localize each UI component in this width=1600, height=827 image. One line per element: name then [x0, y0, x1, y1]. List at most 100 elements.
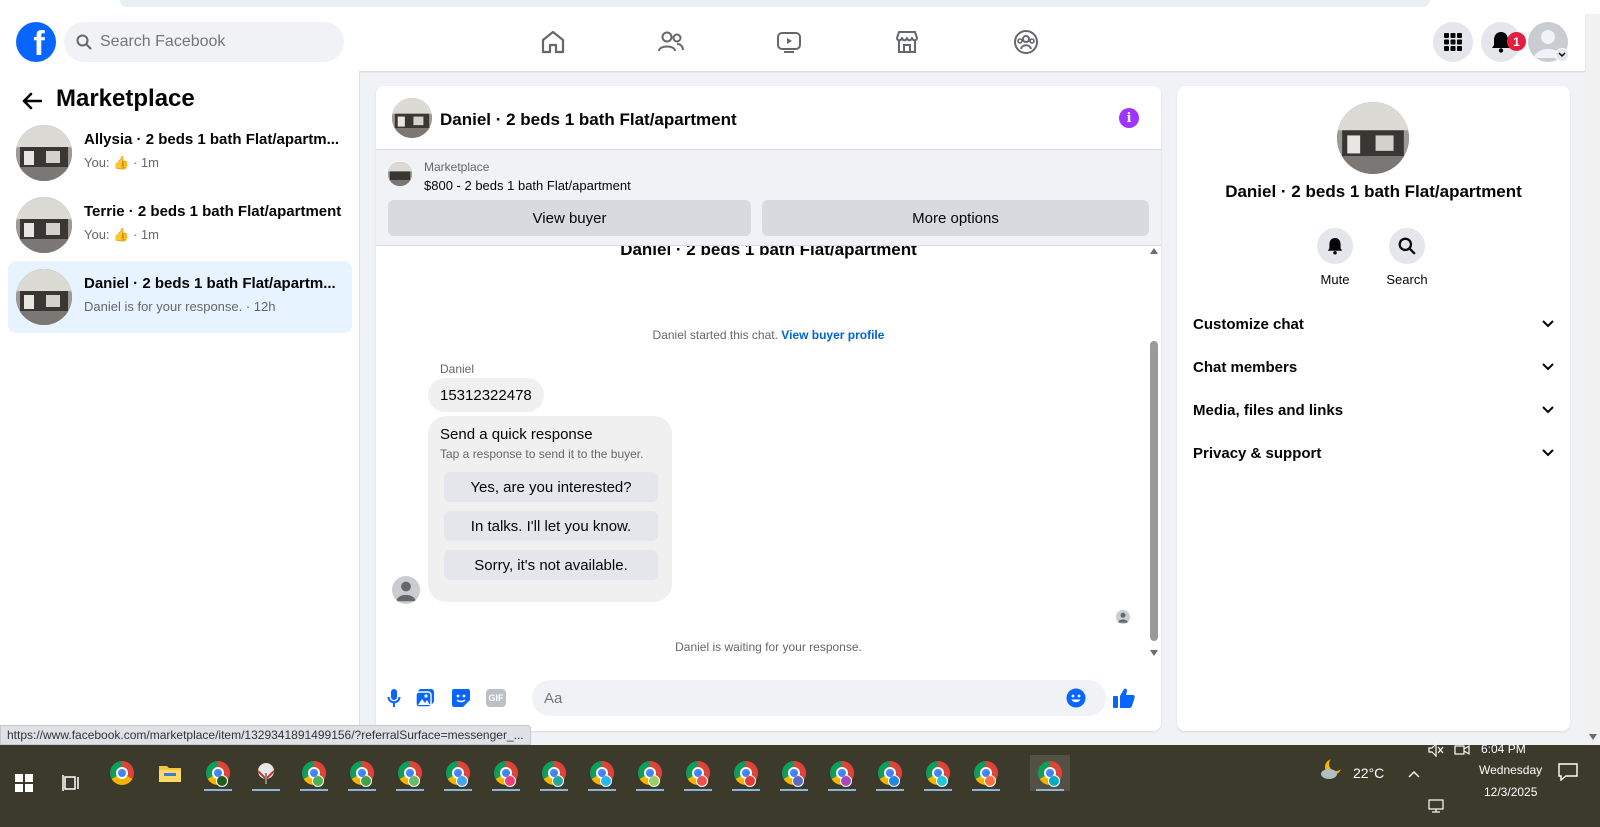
thumbs-up-icon: 👍: [113, 227, 130, 242]
accordion-privacy-support[interactable]: Privacy & support: [1185, 435, 1562, 471]
listing-price[interactable]: $800 - 2 beds 1 bath Flat/apartment: [424, 178, 631, 193]
seen-avatar: [1116, 610, 1130, 624]
chat-started-notice: Daniel started this chat. View buyer pro…: [376, 328, 1161, 342]
nav-groups[interactable]: [996, 22, 1056, 62]
facebook-logo[interactable]: f: [16, 22, 56, 62]
task-view-button[interactable]: [52, 765, 92, 801]
taskbar-chrome-profile[interactable]: [438, 755, 478, 791]
scrollbar-thumb[interactable]: [1150, 341, 1158, 641]
taskbar-chrome-profile[interactable]: [630, 755, 670, 791]
voice-clip-button[interactable]: [382, 686, 406, 710]
volume-muted-icon[interactable]: [1428, 742, 1444, 762]
app-icon: [257, 763, 275, 784]
search-in-chat-button[interactable]: [1389, 228, 1425, 264]
taskbar-chrome-active[interactable]: [1030, 755, 1070, 791]
accordion-label: Media, files and links: [1193, 401, 1344, 419]
thread-item-terrie[interactable]: Terrie · 2 beds 1 bath Flat/apartment Yo…: [8, 189, 352, 261]
chrome-icon: [590, 761, 614, 787]
quick-reply-button[interactable]: In talks. I'll let you know.: [444, 511, 658, 541]
scroll-down-arrow-icon[interactable]: [1150, 650, 1158, 656]
sender-avatar[interactable]: [392, 576, 420, 604]
message-input[interactable]: [532, 680, 1106, 716]
like-button[interactable]: [1112, 686, 1136, 710]
thread-item-daniel[interactable]: Daniel · 2 beds 1 bath Flat/apartm... Da…: [8, 261, 352, 333]
nav-home[interactable]: [523, 22, 583, 62]
mute-button[interactable]: [1317, 228, 1353, 264]
info-icon[interactable]: i: [1119, 108, 1139, 128]
chat-title[interactable]: Daniel · 2 beds 1 bath Flat/apartment: [440, 110, 737, 130]
taskbar-chrome-profile[interactable]: [678, 755, 718, 791]
attach-photo-button[interactable]: [413, 686, 437, 710]
view-buyer-button[interactable]: View buyer: [388, 200, 751, 236]
show-hidden-icons-button[interactable]: [1408, 765, 1420, 783]
top-navigation-bar: f 1: [0, 14, 1585, 71]
thread-item-allysia[interactable]: Allysia · 2 beds 1 bath Flat/apartm... Y…: [8, 117, 352, 189]
nav-marketplace[interactable]: [877, 22, 937, 62]
clock-day[interactable]: Wednesday: [1479, 763, 1542, 777]
taskbar-chrome-profile[interactable]: [486, 755, 526, 791]
taskbar-app[interactable]: [246, 755, 286, 791]
taskbar-chrome-profile[interactable]: [582, 755, 622, 791]
scroll-down-arrow-icon[interactable]: [1589, 734, 1597, 740]
listing-thumbnail: [16, 269, 72, 325]
weather-icon[interactable]: [1320, 757, 1344, 786]
taskbar-chrome-profile[interactable]: [822, 755, 862, 791]
gif-button[interactable]: GIF: [484, 686, 508, 710]
chrome-icon: [542, 761, 566, 787]
accordion-customize-chat[interactable]: Customize chat: [1185, 306, 1562, 342]
account-chevron[interactable]: [1555, 48, 1569, 62]
chat-scrollbar[interactable]: [1148, 246, 1160, 656]
taskbar-chrome-profile[interactable]: [198, 755, 238, 791]
bell-icon: [1327, 238, 1343, 255]
info-avatar[interactable]: [1337, 102, 1409, 174]
sticker-button[interactable]: [449, 686, 473, 710]
nav-friends[interactable]: [641, 22, 701, 62]
taskbar-chrome-profile[interactable]: [342, 755, 382, 791]
message-bubble[interactable]: 15312322478: [428, 378, 544, 412]
taskbar-chrome-profile[interactable]: [870, 755, 910, 791]
accordion-chat-members[interactable]: Chat members: [1185, 349, 1562, 385]
listing-source: Marketplace: [424, 160, 490, 174]
taskbar-chrome-profile[interactable]: [294, 755, 334, 791]
quick-reply-button[interactable]: Sorry, it's not available.: [444, 550, 658, 580]
chrome-icon: [686, 761, 710, 787]
listing-banner: Marketplace $800 - 2 beds 1 bath Flat/ap…: [376, 150, 1161, 246]
camera-icon[interactable]: [1454, 743, 1470, 762]
thread-preview: You: 👍 · 1m: [84, 155, 159, 170]
page-scrollbar[interactable]: [1586, 14, 1600, 745]
taskbar-chrome-profile[interactable]: [774, 755, 814, 791]
accordion-media-files-links[interactable]: Media, files and links: [1185, 392, 1562, 428]
taskbar-chrome-profile[interactable]: [534, 755, 574, 791]
taskbar-chrome-profile[interactable]: [966, 755, 1006, 791]
chrome-icon: [782, 761, 806, 787]
taskbar-chrome-profile[interactable]: [390, 755, 430, 791]
network-icon[interactable]: [1428, 799, 1444, 818]
search-box[interactable]: [64, 22, 344, 62]
menu-button[interactable]: [1433, 22, 1473, 62]
weather-temperature[interactable]: 22°C: [1353, 765, 1384, 781]
quick-response-title: Send a quick response: [440, 426, 593, 443]
emoji-button[interactable]: [1064, 686, 1088, 710]
taskbar-file-explorer[interactable]: [150, 755, 190, 791]
chat-intro-title: Daniel · 2 beds 1 bath Flat/apartment: [620, 246, 917, 259]
view-buyer-profile-link[interactable]: View buyer profile: [781, 328, 884, 342]
scroll-up-arrow-icon[interactable]: [1150, 248, 1158, 254]
chat-avatar[interactable]: [392, 98, 432, 138]
taskbar-chrome-profile[interactable]: [918, 755, 958, 791]
accordion-label: Chat members: [1193, 358, 1298, 376]
home-icon: [541, 30, 565, 54]
microphone-icon: [387, 689, 401, 707]
search-input[interactable]: [100, 33, 320, 51]
chrome-icon: [734, 761, 758, 787]
taskbar-chrome[interactable]: [102, 755, 142, 791]
quick-reply-button[interactable]: Yes, are you interested?: [444, 472, 658, 502]
back-button[interactable]: [18, 87, 46, 115]
taskbar-chrome-profile[interactable]: [726, 755, 766, 791]
clock-time[interactable]: 6:04 PM: [1481, 742, 1526, 756]
quick-response-subtitle: Tap a response to send it to the buyer.: [440, 447, 644, 461]
start-button[interactable]: [4, 765, 44, 801]
more-options-button[interactable]: More options: [762, 200, 1149, 236]
notification-center-button[interactable]: [1558, 763, 1578, 786]
nav-video[interactable]: [759, 22, 819, 62]
clock-date[interactable]: 12/3/2025: [1484, 785, 1537, 799]
